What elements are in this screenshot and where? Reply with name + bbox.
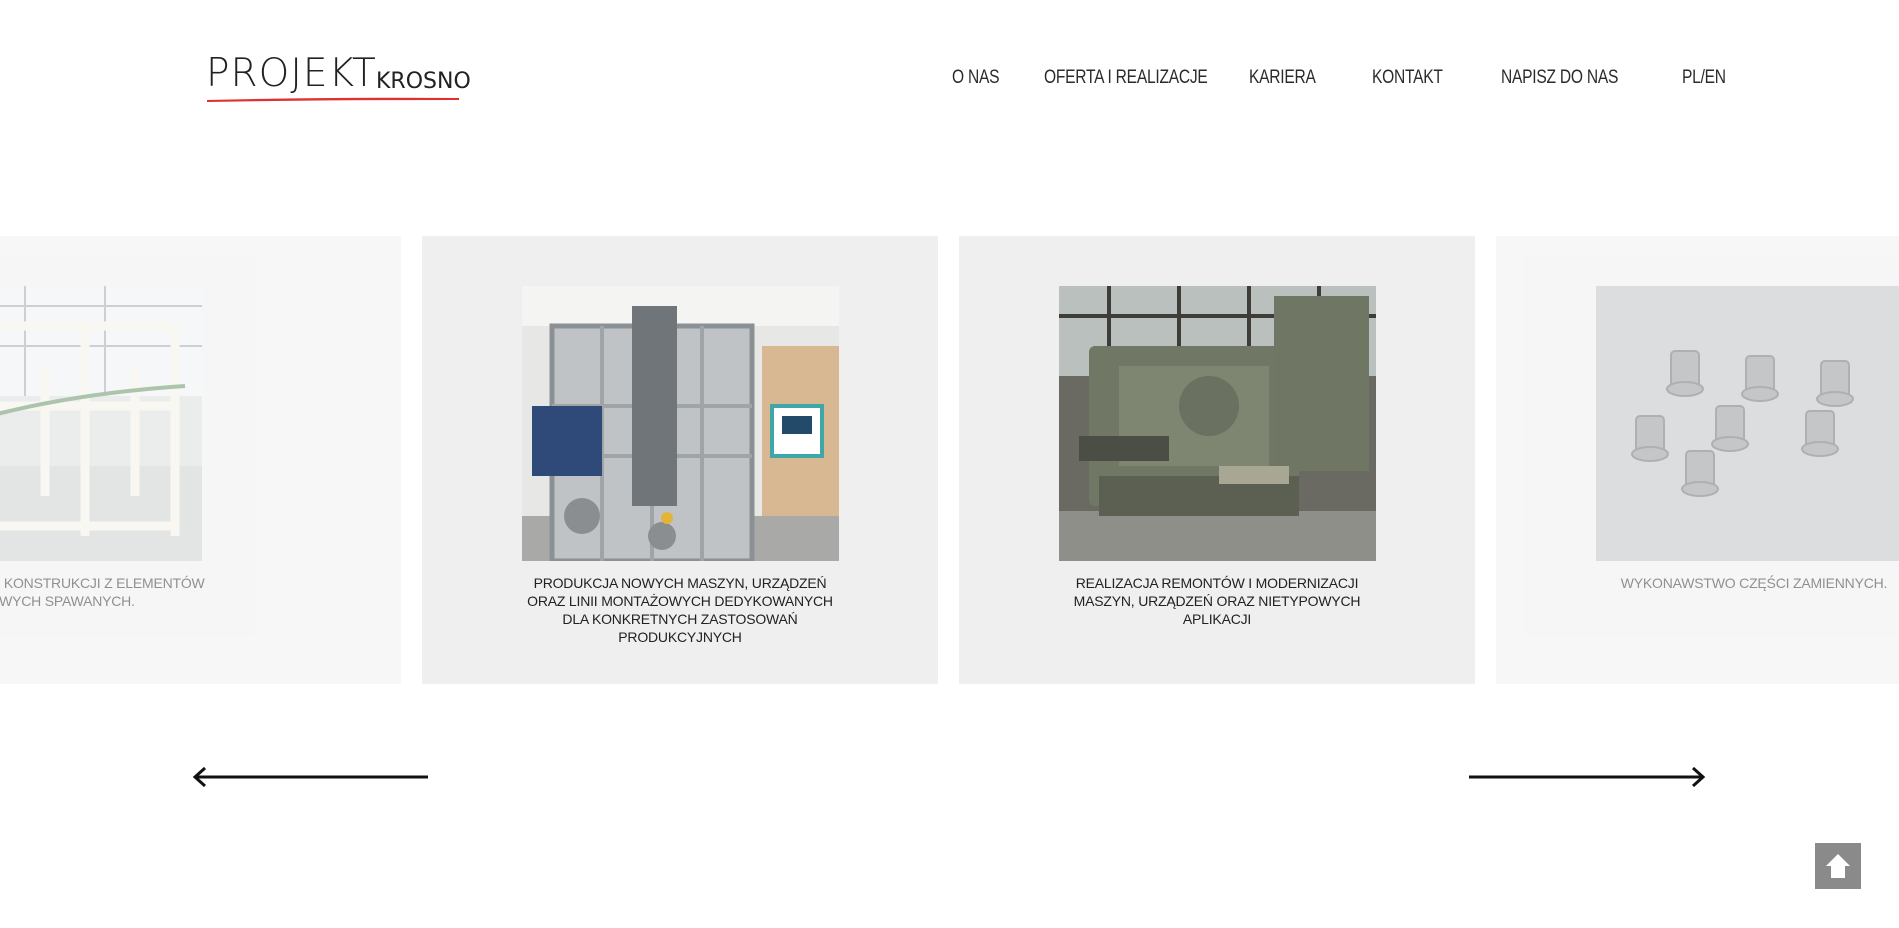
logo-main-text: PROJEKT bbox=[206, 51, 377, 96]
nav-item-language[interactable]: PL/EN bbox=[1682, 67, 1726, 89]
main-nav: O NAS OFERTA I REALIZACJE KARIERA KONTAK… bbox=[952, 63, 1735, 93]
slide-caption: PRODUKCJA NOWYCH MASZYN, URZĄDZEŃ ORAZ L… bbox=[527, 575, 833, 645]
arrow-right-icon[interactable] bbox=[1467, 764, 1709, 790]
nav-item-kontakt[interactable]: KONTAKT bbox=[1372, 67, 1443, 89]
slide-caption: WYKONAWSTWO CZĘŚCI ZAMIENNYCH. bbox=[1620, 575, 1888, 591]
spare-parts-photo bbox=[1596, 286, 1899, 561]
slide-caption: REALIZACJA REMONTÓW I MODERNIZACJI MASZY… bbox=[1073, 575, 1361, 627]
slide-spare-parts[interactable]: WYKONAWSTWO CZĘŚCI ZAMIENNYCH. bbox=[1496, 236, 1899, 684]
slide-new-machines[interactable]: PRODUKCJA NOWYCH MASZYN, URZĄDZEŃ ORAZ L… bbox=[422, 236, 938, 684]
logo-sub-text: KROSNO bbox=[376, 69, 471, 94]
nav-item-kariera[interactable]: KARIERA bbox=[1249, 67, 1316, 89]
nav-item-o-nas[interactable]: O NAS bbox=[952, 67, 999, 89]
logo-underline bbox=[207, 97, 459, 102]
steel-frame-photo bbox=[0, 286, 202, 561]
nav-item-napisz[interactable]: NAPISZ DO NAS bbox=[1501, 67, 1618, 89]
slide-caption: WYKONAWSTWO KONSTRUKCJI Z ELEMENTÓW STAL… bbox=[0, 575, 205, 609]
back-to-top-button[interactable] bbox=[1815, 843, 1861, 889]
page: PROJEKT KROSNO O NAS OFERTA I REALIZACJE… bbox=[0, 0, 1899, 928]
logo-link[interactable]: PROJEKT KROSNO bbox=[206, 51, 471, 108]
carousel: WYKONAWSTWO KONSTRUKCJI Z ELEMENTÓW STAL… bbox=[0, 236, 1899, 684]
arrow-up-icon bbox=[1826, 854, 1850, 878]
lathe-machine-photo bbox=[1059, 286, 1376, 561]
slide-renovations[interactable]: REALIZACJA REMONTÓW I MODERNIZACJI MASZY… bbox=[959, 236, 1475, 684]
nav-item-oferta[interactable]: OFERTA I REALIZACJE bbox=[1044, 67, 1208, 89]
new-machine-photo bbox=[522, 286, 839, 561]
slide-steel-constructions[interactable]: WYKONAWSTWO KONSTRUKCJI Z ELEMENTÓW STAL… bbox=[0, 236, 401, 684]
arrow-left-icon[interactable] bbox=[192, 764, 434, 790]
